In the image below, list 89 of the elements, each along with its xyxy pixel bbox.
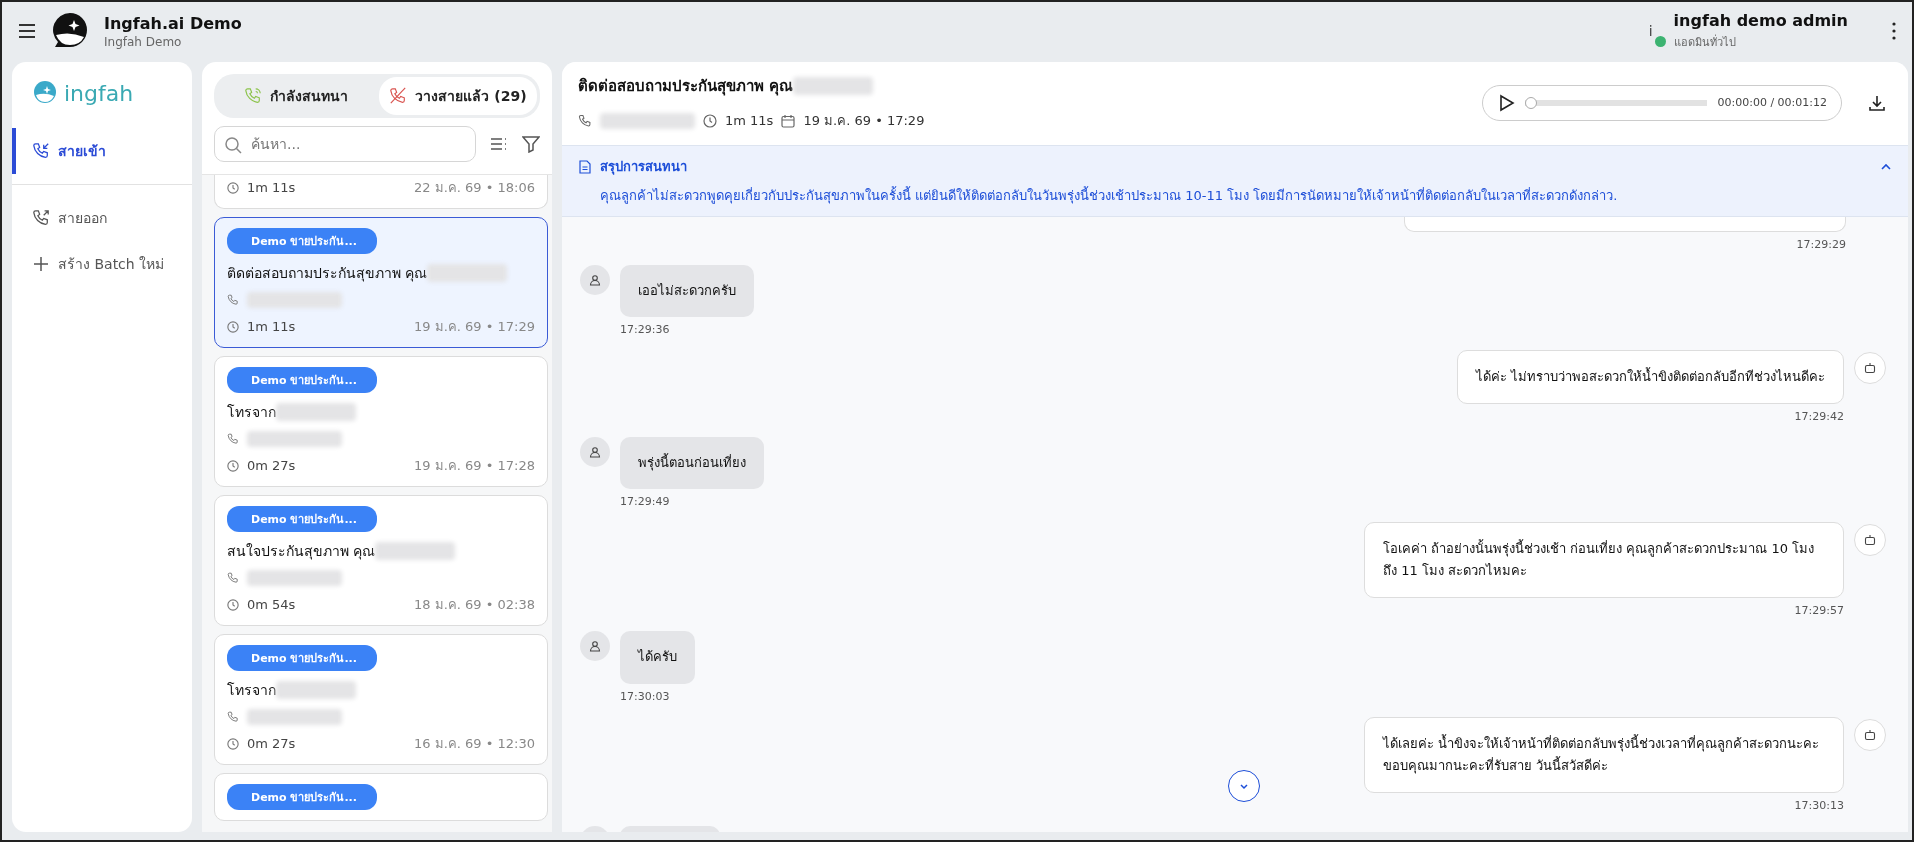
playback-time: 00:00:00 / 00:01:12 xyxy=(1717,96,1827,109)
robot-icon xyxy=(1864,362,1876,375)
robot-icon xyxy=(1864,728,1876,741)
download-icon[interactable] xyxy=(1868,93,1886,112)
call-date: 18 ม.ค. 69 • 02:38 xyxy=(414,596,535,614)
clock-icon xyxy=(227,320,239,333)
robot-icon xyxy=(1864,534,1876,547)
call-tab[interactable]: วางสายแล้ว (29) xyxy=(379,77,537,115)
menu-icon[interactable] xyxy=(18,22,36,40)
call-tab[interactable]: กำลังสนทนา xyxy=(217,77,375,115)
campaign-badge: Demo ขายประกัน... xyxy=(227,228,377,254)
brand-name: ingfah xyxy=(64,80,134,106)
phone-icon xyxy=(578,113,592,128)
call-title: สนใจประกันสุขภาพ คุณ xyxy=(227,542,376,562)
app-subtitle: Ingfah Demo xyxy=(104,34,183,49)
seek-thumb[interactable] xyxy=(1525,96,1537,109)
phone-icon xyxy=(227,294,239,306)
incoming-call-icon xyxy=(32,142,50,160)
campaign-badge: Demo ขายประกัน... xyxy=(227,506,377,532)
user-message: เออไม่สะดวกครับ xyxy=(620,265,754,318)
sidebar-item[interactable]: สร้าง Batch ใหม่ xyxy=(12,241,192,287)
summary-title: สรุปการสนทนา xyxy=(600,158,687,177)
call-duration: 1m 11s xyxy=(725,113,774,128)
message-time: 17:30:03 xyxy=(620,689,671,703)
user-name: ingfah demo admin xyxy=(1673,11,1848,30)
call-duration: 1m 11s xyxy=(247,319,296,334)
message-time: 17:30:13 xyxy=(1794,798,1844,812)
campaign-badge: Demo ขายประกัน... xyxy=(227,645,377,671)
call-card[interactable]: Demo ขายประกัน... โทรจาก 0m 27s 16 ม.ค. 69 • 12:30 xyxy=(214,634,548,765)
phone-icon xyxy=(227,433,239,445)
calendar-icon xyxy=(781,113,796,128)
call-card[interactable]: Demo ขายประกัน... ติดต่อสอบถามประกันสุขภาพ คุณ 1m 11s 19 ม.ค. 69 • 17:29 xyxy=(214,217,548,348)
call-date: 19 ม.ค. 69 • 17:28 xyxy=(414,457,535,475)
summary-text: คุณลูกค้าไม่สะดวกพูดคุยเกี่ยวกับประกันสุขภาพในครั้งนี้ แต่ยินดีให้ติดต่อกลับในวันพรุ่งนี้ช่วงเช้าประมาณ 10-11 โมง โดยมีการนัดหมายให้เจ้าหน้าที่ติดต่อกลับในเวลาที่สะดวกดังกล่าว. xyxy=(600,185,1619,206)
call-card[interactable]: Demo ขายประกัน... สนใจประกันสุขภาพ คุณ 0m 54s 18 ม.ค. 69 • 02:38 xyxy=(214,495,548,626)
hang-up-icon xyxy=(389,87,408,105)
call-title: โทรจาก xyxy=(227,403,276,422)
call-duration: 0m 27s xyxy=(247,458,296,473)
call-date: 16 ม.ค. 69 • 12:30 xyxy=(414,735,535,753)
call-date: 19 ม.ค. 69 • 17:29 xyxy=(414,318,535,336)
clock-icon xyxy=(227,459,239,472)
call-title: ติดต่อสอบถามประกันสุขภาพ คุณ xyxy=(227,264,428,284)
user-message: ได้ครับ xyxy=(620,631,695,684)
campaign-badge: Demo ขายประกัน... xyxy=(227,367,377,393)
message-time: 17:29:49 xyxy=(620,495,671,509)
person-icon xyxy=(589,274,601,286)
phone-icon xyxy=(244,87,262,105)
sidebar-item[interactable]: สายเข้า xyxy=(12,128,192,174)
phone-icon xyxy=(227,711,239,723)
scroll-down-button[interactable] xyxy=(1228,770,1260,802)
campaign-badge: Demo ขายประกัน... xyxy=(227,784,377,810)
user-role: แอดมินทั่วไป xyxy=(1673,33,1737,51)
message-time: 17:29:42 xyxy=(1794,410,1844,424)
call-title: โทรจาก xyxy=(227,681,276,700)
call-card[interactable]: 1m 11s 22 ม.ค. 69 • 18:06 xyxy=(214,175,548,209)
app-title: Ingfah.ai Demo xyxy=(104,13,242,33)
play-icon[interactable] xyxy=(1497,93,1515,112)
call-date: 19 ม.ค. 69 • 17:29 xyxy=(803,112,925,130)
person-icon xyxy=(589,446,601,459)
message-time: 17:29:57 xyxy=(1794,604,1844,618)
document-icon xyxy=(578,159,592,174)
person-icon xyxy=(589,640,601,653)
call-duration: 0m 27s xyxy=(247,736,296,751)
call-duration: 0m 54s xyxy=(247,597,296,612)
message-time: 17:29:29 xyxy=(1796,238,1846,251)
filter-icon[interactable] xyxy=(522,135,540,153)
sort-list-icon[interactable] xyxy=(490,135,508,153)
call-card[interactable]: Demo ขายประกัน... xyxy=(214,773,548,821)
clock-icon xyxy=(227,181,239,194)
chat-bubble-logo-icon xyxy=(32,80,58,106)
info-mark: i xyxy=(1648,23,1653,39)
bot-message: โอเคค่า ถ้าอย่างนั้นพรุ่งนี้ช่วงเช้า ก่อนเที่ยง คุณลูกค้าสะดวกประมาณ 10 โมง ถึง 11 โมง สะดวกไหมคะ xyxy=(1364,522,1844,599)
bot-message: ได้ค่ะ ไม่ทราบว่าพอสะดวกให้น้ำขิงติดต่อกลับอีกทีช่วงไหนดีคะ xyxy=(1456,350,1844,405)
message-time: 17:29:36 xyxy=(620,323,671,337)
user-message: พรุ่งนี้ตอนก่อนเที่ยง xyxy=(620,437,764,490)
call-card[interactable]: Demo ขายประกัน... โทรจาก 0m 27s 19 ม.ค. 69 • 17:28 xyxy=(214,356,548,487)
call-date: 22 ม.ค. 69 • 18:06 xyxy=(414,179,535,197)
clock-icon xyxy=(227,737,239,750)
sidebar-item[interactable]: สายออก xyxy=(12,195,192,241)
phone-icon xyxy=(227,572,239,584)
clock-icon xyxy=(703,113,717,128)
bot-message: ได้เลยค่ะ น้ำขิงจะให้เจ้าหน้าที่ติดต่อกลับพรุ่งนี้ช่วงเวลาที่คุณลูกค้าสะดวกนะคะ ขอบคุณมากนะคะที่รับสาย วันนี้สวัสดีค่ะ xyxy=(1364,716,1844,793)
plus-icon xyxy=(32,255,50,273)
clock-icon xyxy=(227,598,239,611)
more-menu-icon[interactable] xyxy=(1892,22,1896,40)
call-duration: 1m 11s xyxy=(247,180,296,195)
conversation-title: ติดต่อสอบถามประกันสุขภาพ คุณ xyxy=(578,76,794,98)
outgoing-call-icon xyxy=(32,209,50,227)
search-field[interactable]: ค้นหา... xyxy=(214,126,476,162)
